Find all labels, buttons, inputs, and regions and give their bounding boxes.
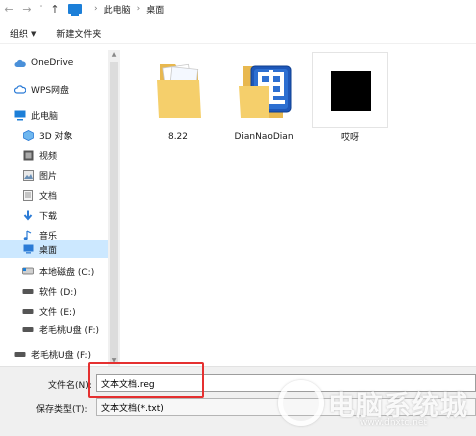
sidebar-item-usb-f-root[interactable]: 老毛桃U盘 (F:) (0, 345, 108, 363)
filename-label: 文件名(N): (48, 381, 92, 391)
sidebar-item-3d-objects[interactable]: 3D 对象 (0, 126, 108, 144)
sidebar-scrollbar[interactable]: ▲ ▼ (108, 50, 120, 366)
drive-icon (22, 285, 34, 297)
address-bar: ← → ˅ ↑ › 此电脑 › 桌面 (0, 0, 476, 18)
drive-icon (22, 265, 34, 277)
breadcrumb-this-pc[interactable]: 此电脑 (104, 3, 131, 16)
sidebar-item-label: 软件 (D:) (39, 287, 77, 298)
sidebar-item-drive-e[interactable]: 文件 (E:) (0, 302, 108, 320)
organize-label: 组织 (10, 30, 29, 40)
sidebar-item-label: 图片 (39, 171, 58, 182)
sidebar-item-label: 老毛桃U盘 (F:) (31, 350, 91, 361)
sidebar-item-wps-cloud[interactable]: WPS网盘 (0, 80, 108, 98)
history-dropdown-button[interactable]: ˅ (36, 0, 46, 18)
file-item-8-22[interactable]: 8.22 (136, 56, 220, 142)
document-icon (22, 189, 34, 201)
cloud-icon (14, 57, 26, 69)
forward-button[interactable]: → (18, 0, 36, 18)
sidebar-item-documents[interactable]: 文档 (0, 186, 108, 204)
download-icon (22, 209, 34, 221)
arrow-left-icon: ← (4, 2, 14, 16)
sidebar-item-usb-f[interactable]: 老毛桃U盘 (F:) (0, 320, 108, 338)
usb-drive-icon (14, 348, 26, 360)
sidebar-item-drive-c[interactable]: 本地磁盘 (C:) (0, 262, 108, 280)
computer-icon (68, 4, 82, 16)
sidebar-item-label: OneDrive (31, 58, 74, 68)
file-name: 8.22 (167, 132, 189, 142)
sidebar-item-label: 本地磁盘 (C:) (39, 267, 95, 278)
arrow-up-icon: ↑ (50, 2, 60, 16)
filetype-label: 保存类型(T): (36, 405, 88, 415)
file-item-diannaodian[interactable]: DianNaoDian (222, 56, 306, 142)
sidebar-item-label: 文件 (E:) (39, 307, 76, 318)
sidebar-item-label: 老毛桃U盘 (F:) (39, 325, 99, 336)
up-button[interactable]: ↑ (46, 0, 64, 18)
scroll-up-icon[interactable]: ▲ (108, 50, 120, 60)
picture-icon (22, 169, 34, 181)
save-panel: 文件名(N): 文本文档.reg 保存类型(T): 文本文档(*.txt) (0, 366, 476, 436)
sidebar-item-label: 桌面 (39, 245, 58, 256)
chevron-down-icon: ˅ (39, 5, 43, 13)
arrow-right-icon: → (22, 2, 32, 16)
sidebar-item-label: 此电脑 (31, 111, 59, 122)
file-list: 8.22 DianNaoDian 哎呀 (122, 44, 476, 366)
filename-highlight-box (88, 362, 204, 398)
sidebar-item-downloads[interactable]: 下载 (0, 206, 108, 224)
filetype-select[interactable]: 文本文档(*.txt) (96, 398, 476, 416)
computer-icon (14, 109, 26, 121)
chevron-right-icon: › (94, 4, 98, 14)
breadcrumb: › 此电脑 › 桌面 (68, 0, 164, 18)
sidebar-item-label: 文档 (39, 191, 58, 202)
cube-icon (22, 129, 34, 141)
sidebar-item-label: 3D 对象 (39, 131, 73, 142)
new-folder-button[interactable]: 新建文件夹 (56, 27, 101, 40)
back-button[interactable]: ← (0, 0, 18, 18)
file-item-aiya[interactable]: 哎呀 (308, 52, 392, 143)
file-name: 哎呀 (340, 133, 359, 143)
sidebar-item-this-pc[interactable]: 此电脑 (0, 106, 108, 124)
sidebar-item-label: 视频 (39, 151, 58, 162)
folder-app-icon (229, 56, 299, 126)
sidebar-item-label: 下载 (39, 211, 58, 222)
chevron-right-icon: › (136, 4, 141, 14)
wps-cloud-icon (14, 83, 26, 95)
navigation-pane: OneDrive WPS网盘 此电脑 3D 对象 视频 图片 文档 下载 音乐 … (0, 50, 108, 366)
usb-drive-icon (22, 323, 34, 335)
breadcrumb-desktop[interactable]: 桌面 (146, 3, 164, 16)
drive-icon (22, 305, 34, 317)
sidebar-item-label: WPS网盘 (31, 85, 70, 96)
image-file-icon (312, 52, 388, 128)
video-icon (22, 149, 34, 161)
new-folder-label: 新建文件夹 (56, 30, 102, 40)
file-name: DianNaoDian (234, 132, 294, 142)
toolbar: 组织 ▼ 新建文件夹 (0, 24, 476, 44)
desktop-icon (22, 243, 34, 255)
folder-icon (143, 56, 213, 126)
sidebar-item-desktop[interactable]: 桌面 (0, 240, 108, 258)
sidebar-item-pictures[interactable]: 图片 (0, 166, 108, 184)
sidebar-item-onedrive[interactable]: OneDrive (0, 54, 108, 72)
scrollbar-thumb[interactable] (110, 62, 118, 362)
sidebar-item-drive-d[interactable]: 软件 (D:) (0, 282, 108, 300)
sidebar-item-videos[interactable]: 视频 (0, 146, 108, 164)
organize-button[interactable]: 组织 ▼ (10, 27, 37, 41)
caret-down-icon: ▼ (31, 29, 37, 38)
